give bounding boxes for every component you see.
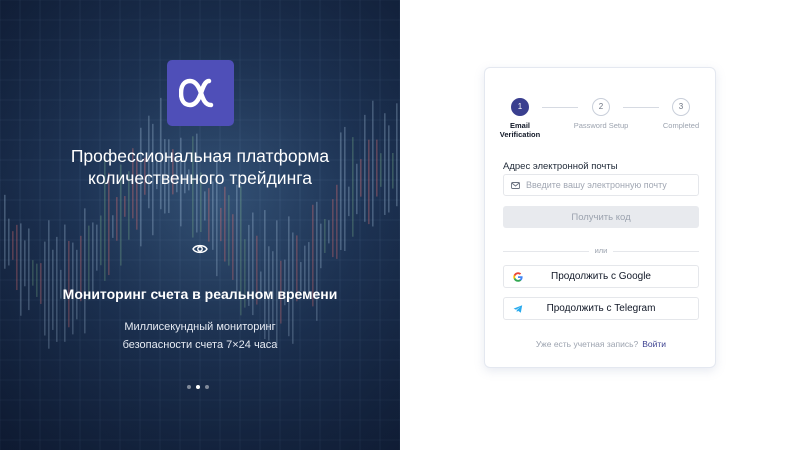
step-number: 3 <box>672 98 690 116</box>
step-number: 2 <box>592 98 610 116</box>
step-number: 1 <box>511 98 529 116</box>
carousel-dot[interactable] <box>187 385 191 389</box>
step-email-verification: 1 Email Verification <box>490 98 550 139</box>
carousel-dot[interactable] <box>205 385 209 389</box>
carousel-dots <box>187 385 209 389</box>
email-label: Адрес электронной почты <box>503 161 618 172</box>
feature-title: Мониторинг счета в реальном времени <box>62 286 338 302</box>
feature-description: Миллисекундный мониторинг безопасности с… <box>122 321 278 351</box>
hero-panel: Профессиональная платформа количественно… <box>0 0 400 450</box>
sign-in-link[interactable]: Войти <box>642 339 666 349</box>
divider-text: или <box>589 246 613 255</box>
telegram-button-label: Продолжить с Telegram <box>546 303 656 314</box>
hero-title: Профессиональная платформа количественно… <box>70 146 330 188</box>
eye-icon <box>191 240 209 258</box>
google-icon <box>513 272 523 282</box>
step-label: Password Setup <box>573 121 629 130</box>
brand-logo <box>167 60 234 126</box>
step-label: Email Verification <box>499 121 541 139</box>
mail-icon <box>511 181 520 189</box>
telegram-icon <box>513 305 523 313</box>
google-button-label: Продолжить с Google <box>551 271 651 282</box>
registration-card: 1 Email Verification 2 Password Setup 3 … <box>484 67 716 368</box>
get-code-button[interactable]: Получить код <box>503 206 699 228</box>
step-completed: 3 Completed <box>651 98 711 130</box>
carousel-dot-active[interactable] <box>196 385 200 389</box>
have-account-text: Уже есть учетная запись? <box>535 339 639 349</box>
google-signin-button[interactable]: Продолжить с Google <box>503 265 699 288</box>
email-input[interactable] <box>526 180 686 190</box>
email-field[interactable] <box>503 174 699 196</box>
step-label: Completed <box>662 121 700 130</box>
telegram-signin-button[interactable]: Продолжить с Telegram <box>503 297 699 320</box>
alpha-logo-icon <box>178 78 213 108</box>
sign-in-row: Уже есть учетная запись? Войти <box>485 339 717 349</box>
step-password-setup: 2 Password Setup <box>571 98 631 130</box>
